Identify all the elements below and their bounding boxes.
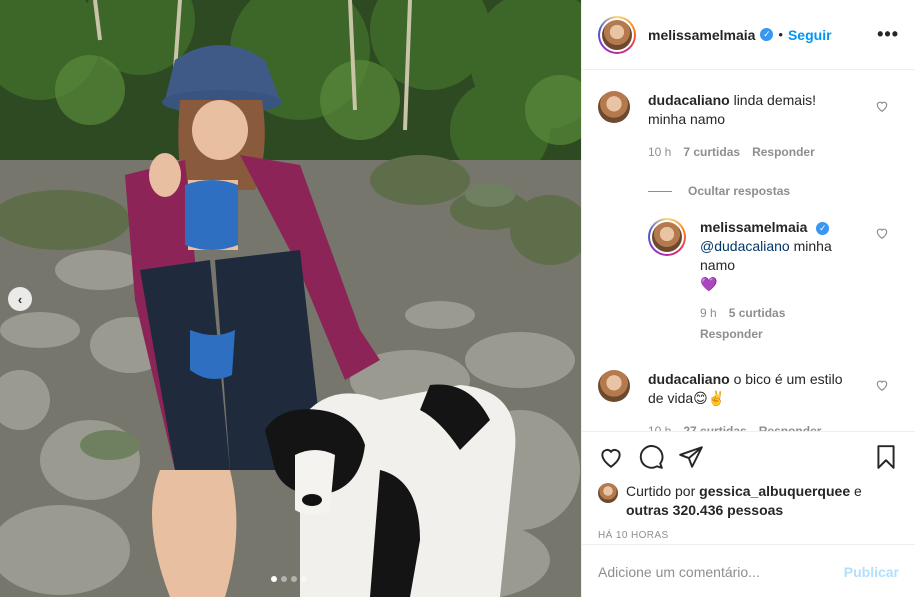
avatar-image — [602, 19, 632, 50]
avatar-inner — [650, 220, 684, 254]
add-comment-bar: Publicar — [582, 544, 915, 597]
liked-by: Curtido por gessica_albuquerquee e outra… — [582, 482, 915, 520]
publish-button[interactable]: Publicar — [844, 564, 899, 580]
likes-count-link[interactable]: outras 320.436 pessoas — [626, 502, 783, 518]
comment-bubble-icon[interactable] — [638, 444, 664, 470]
liked-by-prefix: Curtido por — [626, 483, 700, 499]
hide-replies-label: Ocultar respostas — [688, 184, 791, 198]
reply-time[interactable]: 9 h — [700, 304, 717, 323]
post-timestamp[interactable]: HÁ 10 HORAS — [582, 520, 915, 541]
author-avatar[interactable] — [598, 15, 636, 54]
comment-username[interactable]: dudacaliano — [648, 371, 730, 387]
reply-body: melissamelmaia ✓ @dudacaliano minha namo… — [700, 218, 860, 344]
comment-likes[interactable]: 27 curtidas — [683, 422, 746, 431]
reply-button[interactable]: Responder — [759, 422, 822, 431]
reply-username[interactable]: melissamelmaia — [700, 219, 807, 235]
comments-list[interactable]: dudacaliano linda demais! minha namo 10 … — [582, 71, 915, 431]
like-comment-heart-icon[interactable] — [875, 226, 889, 240]
reply-mention[interactable]: @dudacaliano — [700, 238, 790, 254]
hide-replies-button[interactable]: Ocultar respostas — [648, 184, 899, 198]
commenter-avatar[interactable] — [598, 370, 630, 402]
share-paper-plane-icon[interactable] — [678, 444, 704, 470]
avatar-image — [652, 222, 682, 252]
liked-by-and: e — [850, 483, 862, 499]
action-bar — [582, 432, 915, 482]
carousel-dot — [291, 576, 297, 582]
comment-meta: 10 h 27 curtidas Responder — [648, 422, 858, 431]
post-side-panel: melissamelmaia ✓ • Seguir ••• dudacalian… — [581, 0, 915, 597]
carousel-dots — [271, 576, 307, 582]
reply-item: melissamelmaia ✓ @dudacaliano minha namo… — [648, 218, 899, 344]
liked-by-text: Curtido por gessica_albuquerquee e outra… — [626, 482, 862, 520]
comment-item: dudacaliano o bico é um estilo de vida😊✌… — [598, 370, 899, 431]
follow-button[interactable]: Seguir — [788, 27, 832, 43]
post-header: melissamelmaia ✓ • Seguir ••• — [582, 0, 915, 70]
comment-body: dudacaliano o bico é um estilo de vida😊✌… — [648, 370, 858, 431]
comment-input[interactable] — [598, 563, 844, 580]
post-modal: ‹ melissamelmaia ✓ • Seguir ••• dudacali… — [0, 0, 915, 597]
carousel-dot — [271, 576, 277, 582]
avatar-inner — [600, 17, 634, 52]
comment-likes[interactable]: 7 curtidas — [683, 143, 740, 162]
divider — [648, 190, 672, 192]
save-bookmark-icon[interactable] — [873, 444, 899, 470]
reply-button[interactable]: Responder — [752, 143, 815, 162]
like-heart-icon[interactable] — [598, 444, 624, 470]
more-options-icon[interactable]: ••• — [877, 24, 899, 45]
previous-photo-button[interactable]: ‹ — [8, 287, 32, 311]
like-comment-heart-icon[interactable] — [875, 99, 889, 113]
comment-body: dudacaliano linda demais! minha namo 10 … — [648, 91, 858, 162]
author-username[interactable]: melissamelmaia — [648, 27, 755, 43]
liker-username[interactable]: gessica_albuquerquee — [699, 483, 850, 499]
purple-heart-emoji: 💜 — [700, 276, 718, 292]
reply-meta: 9 h 5 curtidas Responder — [700, 304, 860, 344]
comment-emoji: 😊✌️ — [693, 390, 726, 406]
post-footer: Curtido por gessica_albuquerquee e outra… — [582, 431, 915, 580]
comment-item: dudacaliano linda demais! minha namo 10 … — [598, 91, 899, 162]
verified-badge-icon: ✓ — [816, 221, 830, 235]
reply-likes[interactable]: 5 curtidas — [729, 304, 786, 323]
comment-meta: 10 h 7 curtidas Responder — [648, 143, 858, 162]
like-comment-heart-icon[interactable] — [875, 378, 889, 392]
liker-avatar[interactable] — [598, 483, 618, 503]
comment-time[interactable]: 10 h — [648, 422, 671, 431]
verified-badge-icon: ✓ — [760, 28, 774, 41]
post-photo[interactable]: ‹ — [0, 0, 581, 597]
comment-username[interactable]: dudacaliano — [648, 92, 730, 108]
commenter-avatar[interactable] — [598, 91, 630, 123]
chevron-left-icon: ‹ — [17, 291, 23, 307]
photo-illustration — [0, 0, 581, 597]
carousel-dot — [301, 576, 307, 582]
reply-button[interactable]: Responder — [700, 325, 860, 344]
reply-avatar[interactable] — [648, 218, 686, 256]
carousel-dot — [281, 576, 287, 582]
separator: • — [778, 27, 783, 42]
comment-time[interactable]: 10 h — [648, 143, 671, 162]
